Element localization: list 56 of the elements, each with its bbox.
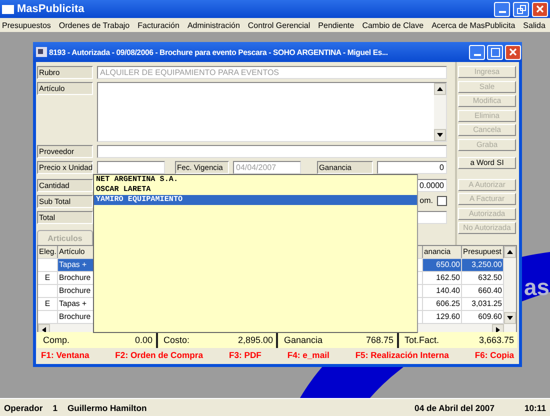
shortcut-hint: F1: Ventana (41, 350, 90, 360)
scroll-down-icon (507, 315, 513, 321)
menu-item[interactable]: Acerca de MasPublicita (432, 20, 516, 30)
total-value: 3,663.75 (478, 335, 514, 345)
close-icon (536, 5, 544, 13)
total-label: Comp. (43, 335, 70, 345)
menu-item[interactable]: Pendiente (318, 20, 354, 30)
shortcut-hint: F5: Realización Interna (355, 350, 449, 360)
menu-item[interactable]: Ordenes de Trabajo (58, 20, 130, 30)
total-value: 768.75 (366, 335, 394, 345)
close-button[interactable] (532, 2, 548, 16)
total-value: 0.00 (134, 335, 152, 345)
articulo-field[interactable] (97, 82, 447, 142)
menu-item[interactable]: Control Gerencial (248, 20, 310, 30)
minimize-button[interactable] (494, 2, 510, 16)
scrollbar[interactable] (504, 246, 516, 324)
window-icon (36, 47, 47, 57)
restore-button[interactable] (513, 2, 529, 16)
operator-label: Operador (4, 402, 43, 412)
background-logo: as (524, 274, 550, 300)
shortcut-hint: F2: Orden de Compra (115, 350, 204, 360)
proveedor-field[interactable] (97, 145, 447, 158)
shortcut-hint: F6: Copia (474, 350, 514, 360)
checkbox[interactable] (437, 196, 447, 206)
menu-item[interactable]: Presupuestos (2, 20, 51, 30)
menu-item[interactable]: Facturación (138, 20, 180, 30)
restore-icon (516, 4, 526, 14)
app-title: MasPublicita (17, 3, 86, 15)
status-time: 10:11 (524, 402, 546, 412)
total-label: Costo: (164, 335, 190, 345)
scrollbar[interactable] (434, 83, 446, 141)
ganancia-field[interactable]: 0 (377, 161, 447, 174)
total-field[interactable] (415, 211, 447, 224)
status-date: 04 de Abril del 2007 (414, 402, 494, 412)
maximize-icon (490, 48, 500, 56)
cantidad-field[interactable]: 0.0000 (415, 179, 447, 192)
close-button[interactable] (505, 44, 521, 60)
maximize-button[interactable] (487, 44, 503, 60)
close-icon (509, 48, 517, 56)
window-icon (2, 4, 14, 14)
scroll-up-icon (507, 249, 513, 255)
shortcut-hint: F3: PDF (228, 350, 262, 360)
operator-name: Guillermo Hamilton (67, 402, 147, 412)
precio-field[interactable] (97, 161, 165, 174)
checkbox-label: om. (420, 195, 433, 207)
menu-item[interactable]: Administración (187, 20, 240, 30)
menu-item[interactable]: Salida (523, 20, 546, 30)
operator-id: 1 (52, 402, 58, 412)
scroll-up-icon (437, 86, 443, 92)
total-value: 2,895.00 (238, 335, 273, 345)
minimize-button[interactable] (469, 44, 485, 60)
shortcut-hint: F4: e_mail (287, 350, 330, 360)
menu-item[interactable]: Cambio de Clave (362, 20, 424, 30)
total-label: Tot.Fact. (404, 335, 440, 345)
scroll-down-icon (437, 132, 443, 138)
total-label: Ganancia (284, 335, 323, 345)
